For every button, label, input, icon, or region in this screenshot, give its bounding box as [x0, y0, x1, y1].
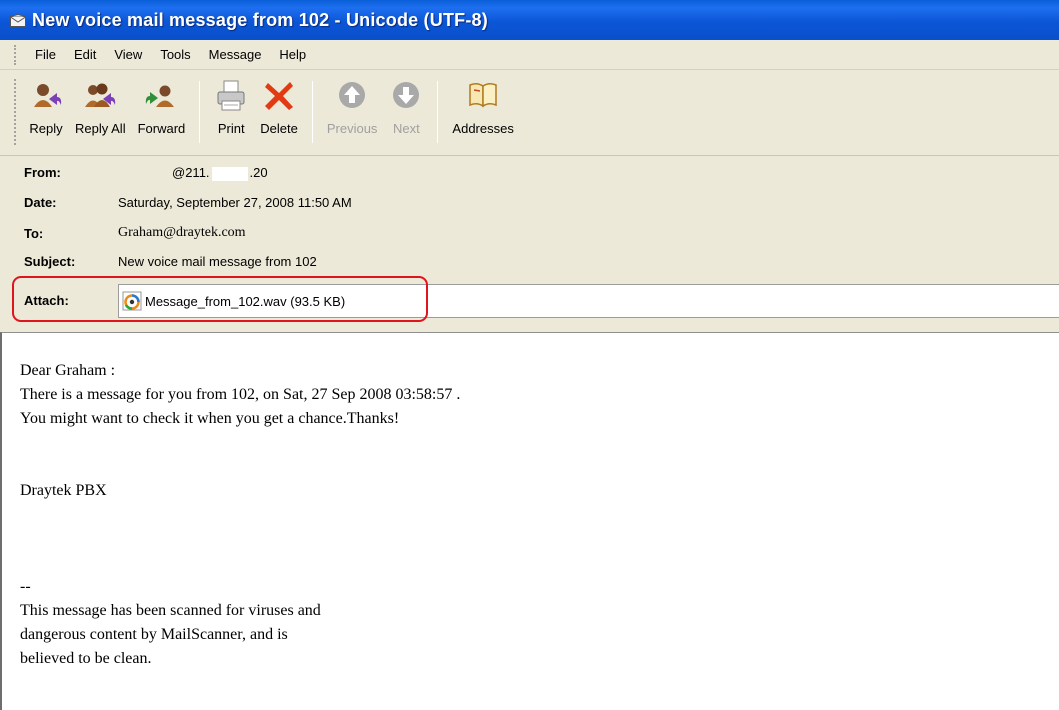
reply-all-button[interactable]: Reply All [69, 77, 132, 147]
message-body[interactable]: Dear Graham : There is a message for you … [0, 332, 1059, 710]
menu-help[interactable]: Help [271, 45, 314, 64]
body-line: Dear Graham : [20, 362, 116, 379]
delete-icon [262, 79, 296, 113]
previous-label: Previous [326, 121, 378, 136]
media-file-icon [122, 291, 142, 311]
to-value[interactable]: Graham@draytek.com [118, 225, 246, 241]
body-line: believed to be clean. [20, 650, 152, 667]
toolbar-separator [437, 81, 439, 143]
attachment-item[interactable]: Message_from_102.wav (93.5 KB) [122, 291, 345, 311]
down-arrow-icon [389, 79, 423, 113]
menu-bar: File Edit View Tools Message Help [0, 40, 1059, 70]
to-row: To: Graham@draytek.com [24, 225, 246, 241]
to-label: To: [24, 225, 44, 241]
body-line: This message has been scanned for viruse… [20, 602, 321, 619]
from-address-prefix: @211. [172, 165, 210, 180]
body-line: Draytek PBX [20, 482, 107, 499]
menu-edit[interactable]: Edit [66, 45, 104, 64]
subject-label: Subject: [24, 254, 76, 269]
reply-icon [29, 79, 63, 113]
toolbar-grip[interactable] [14, 79, 17, 145]
menubar-grip[interactable] [14, 44, 17, 65]
menu-file[interactable]: File [27, 45, 64, 64]
attachment-field[interactable]: Message_from_102.wav (93.5 KB) [118, 284, 1059, 318]
previous-button[interactable]: Previous [321, 77, 384, 147]
subject-value: New voice mail message from 102 [118, 254, 317, 269]
toolbar-separator [311, 81, 313, 143]
body-line [20, 503, 1059, 527]
date-row: Date: Saturday, September 27, 2008 11:50… [24, 195, 352, 210]
reply-label: Reply [29, 121, 63, 136]
from-value[interactable]: @211. .20 [172, 165, 268, 181]
reply-all-label: Reply All [75, 121, 126, 136]
body-line [20, 431, 1059, 455]
next-button[interactable]: Next [383, 77, 429, 147]
body-line: -- [20, 578, 31, 595]
envelope-icon [10, 13, 26, 27]
menu-tools[interactable]: Tools [152, 45, 198, 64]
forward-button[interactable]: Forward [132, 77, 192, 147]
print-button[interactable]: Print [208, 77, 254, 147]
date-label: Date: [24, 195, 57, 210]
delete-label: Delete [260, 121, 298, 136]
attachment-name: Message_from_102.wav (93.5 KB) [145, 293, 346, 309]
window-title: New voice mail message from 102 - Unicod… [32, 9, 488, 30]
forward-label: Forward [137, 121, 186, 136]
body-line: You might want to check it when you get … [20, 410, 400, 427]
body-line: dangerous content by MailScanner, and is [20, 626, 288, 643]
next-label: Next [393, 121, 420, 136]
addresses-label: Addresses [452, 121, 514, 136]
mail-window: New voice mail message from 102 - Unicod… [0, 0, 1059, 710]
menu-view[interactable]: View [106, 45, 150, 64]
attach-row: Attach: [24, 293, 118, 308]
reply-all-icon [83, 79, 117, 113]
body-line: There is a message for you from 102, on … [20, 386, 461, 403]
print-label: Print [217, 121, 245, 136]
from-row: From: @211. .20 [24, 165, 268, 181]
delete-button[interactable]: Delete [254, 77, 304, 147]
from-address-suffix: .20 [249, 165, 268, 180]
toolbar-separator [199, 81, 201, 143]
printer-icon [214, 79, 248, 113]
redacted-block [211, 166, 248, 181]
body-line [20, 527, 1059, 551]
message-header: From: @211. .20 Date: Saturday, September… [0, 157, 1059, 330]
addresses-button[interactable]: Addresses [446, 77, 519, 147]
body-line [20, 551, 1059, 575]
date-value: Saturday, September 27, 2008 11:50 AM [118, 195, 352, 210]
menu-message[interactable]: Message [201, 45, 270, 64]
subject-row: Subject: New voice mail message from 102 [24, 254, 317, 269]
title-bar[interactable]: New voice mail message from 102 - Unicod… [0, 0, 1059, 40]
forward-icon [144, 79, 178, 113]
from-label: From: [24, 165, 61, 181]
body-line [20, 455, 1059, 479]
attach-label: Attach: [24, 293, 69, 308]
reply-button[interactable]: Reply [23, 77, 69, 147]
address-book-icon [466, 79, 500, 113]
up-arrow-icon [335, 79, 369, 113]
toolbar: Reply Reply All Forward Print Delete Pre… [0, 71, 1059, 156]
